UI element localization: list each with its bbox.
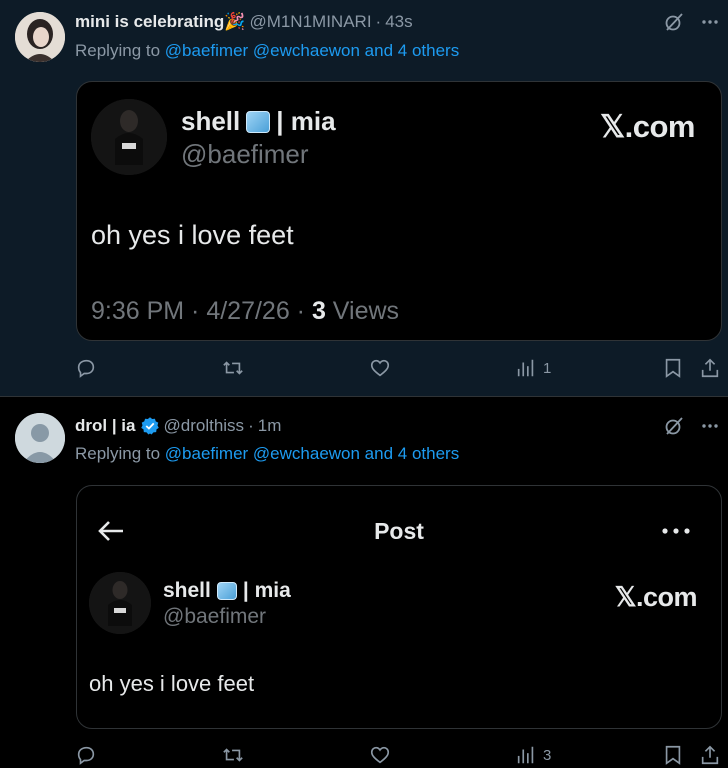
embed-avatar xyxy=(91,99,167,175)
views-button[interactable]: 3 xyxy=(515,744,551,766)
tweet-2-actions: 3 xyxy=(75,744,725,768)
embed-avatar xyxy=(89,572,151,634)
views-icon xyxy=(517,359,534,377)
tweet-1-actions: 1 xyxy=(75,357,725,387)
embed-name: shell xyxy=(163,579,211,602)
embed-handle: @baefimer xyxy=(181,139,309,169)
embed-meta: 9:36 PM · 4/27/26 · 3 Views xyxy=(91,297,399,326)
embed-views-label: Views xyxy=(325,297,400,325)
display-name[interactable]: mini is celebrating🎉 xyxy=(75,12,245,32)
replying-to: Replying to @baefimer @ewchaewon and 4 o… xyxy=(75,41,459,61)
replying-prefix: Replying to xyxy=(75,444,161,463)
embed-header-title: Post xyxy=(374,518,424,544)
reply-icon xyxy=(77,746,95,765)
replying-mentions[interactable]: @baefimer @ewchaewon and 4 others xyxy=(165,41,459,60)
bookmark-button[interactable] xyxy=(663,744,683,766)
views-count: 3 xyxy=(543,746,552,764)
embed-time: 9:36 PM · 4/27/26 · xyxy=(91,297,312,325)
tweet-2-header: drol | ia @drolthiss · 1m xyxy=(75,416,281,436)
verified-icon xyxy=(140,416,160,436)
like-icon xyxy=(370,359,390,377)
share-icon xyxy=(701,358,719,378)
retweet-button[interactable] xyxy=(221,357,245,379)
views-count: 1 xyxy=(543,359,552,377)
timestamp[interactable]: 43s xyxy=(385,12,412,32)
display-name[interactable]: drol | ia xyxy=(75,416,136,436)
quoted-screenshot-card[interactable]: shell | mia @baefimer 𝕏.com oh yes i lov… xyxy=(76,81,722,341)
handle[interactable]: @drolthiss xyxy=(164,416,245,436)
bookmark-icon xyxy=(665,745,681,765)
reply-button[interactable] xyxy=(75,744,97,766)
tweet-2-top-icons xyxy=(664,416,720,436)
embed-display-name: shell | mia xyxy=(181,106,336,137)
embed-name: shell xyxy=(181,106,241,136)
embed-text: oh yes i love feet xyxy=(91,220,294,250)
more-icon[interactable] xyxy=(700,12,720,32)
embed-views-count: 3 xyxy=(311,297,326,325)
reply-button[interactable] xyxy=(75,357,97,379)
like-button[interactable] xyxy=(369,744,391,766)
embed-name-suffix: | mia xyxy=(276,106,336,136)
embed-name-suffix: | mia xyxy=(242,579,291,602)
share-button[interactable] xyxy=(699,744,721,766)
retweet-button[interactable] xyxy=(221,744,245,766)
bookmark-icon xyxy=(665,358,681,378)
replying-prefix: Replying to xyxy=(75,41,161,60)
views-button[interactable]: 1 xyxy=(515,357,551,379)
replying-to: Replying to @baefimer @ewchaewon and 4 o… xyxy=(75,444,459,464)
tweet-1-header: mini is celebrating🎉 @M1N1MINARI · 43s xyxy=(75,12,413,32)
more-icon[interactable] xyxy=(700,416,720,436)
replying-mentions[interactable]: @baefimer @ewchaewon and 4 others xyxy=(165,444,459,463)
separator-dot: · xyxy=(375,12,382,31)
retweet-icon xyxy=(223,748,243,762)
grok-icon[interactable] xyxy=(664,416,684,436)
handle[interactable]: @M1N1MINARI xyxy=(249,12,371,32)
quoted-screenshot-card[interactable]: Post shell | mia @baefimer 𝕏.com oh yes … xyxy=(76,485,722,729)
embed-display-name: shell | mia xyxy=(163,579,291,603)
x-com-brand: 𝕏.com xyxy=(600,109,695,144)
reply-icon xyxy=(77,359,95,378)
embed-text: oh yes i love feet xyxy=(89,671,255,696)
like-icon xyxy=(370,746,390,764)
grok-icon[interactable] xyxy=(664,12,684,32)
x-com-brand: 𝕏.com xyxy=(614,582,698,612)
retweet-icon xyxy=(223,361,243,375)
bookmark-button[interactable] xyxy=(663,357,683,379)
avatar[interactable] xyxy=(15,413,65,463)
embed-more-icon xyxy=(661,526,691,536)
separator-dot: · xyxy=(248,416,254,435)
tweet-1-top-icons xyxy=(664,12,720,32)
embed-handle: @baefimer xyxy=(163,605,267,628)
ice-cube-emoji-icon xyxy=(246,110,271,133)
share-button[interactable] xyxy=(699,357,721,379)
like-button[interactable] xyxy=(369,357,391,379)
ice-cube-emoji-icon xyxy=(216,582,237,600)
timestamp[interactable]: 1m xyxy=(258,416,282,436)
avatar[interactable] xyxy=(15,12,65,62)
views-icon xyxy=(517,746,534,764)
share-icon xyxy=(701,745,719,765)
